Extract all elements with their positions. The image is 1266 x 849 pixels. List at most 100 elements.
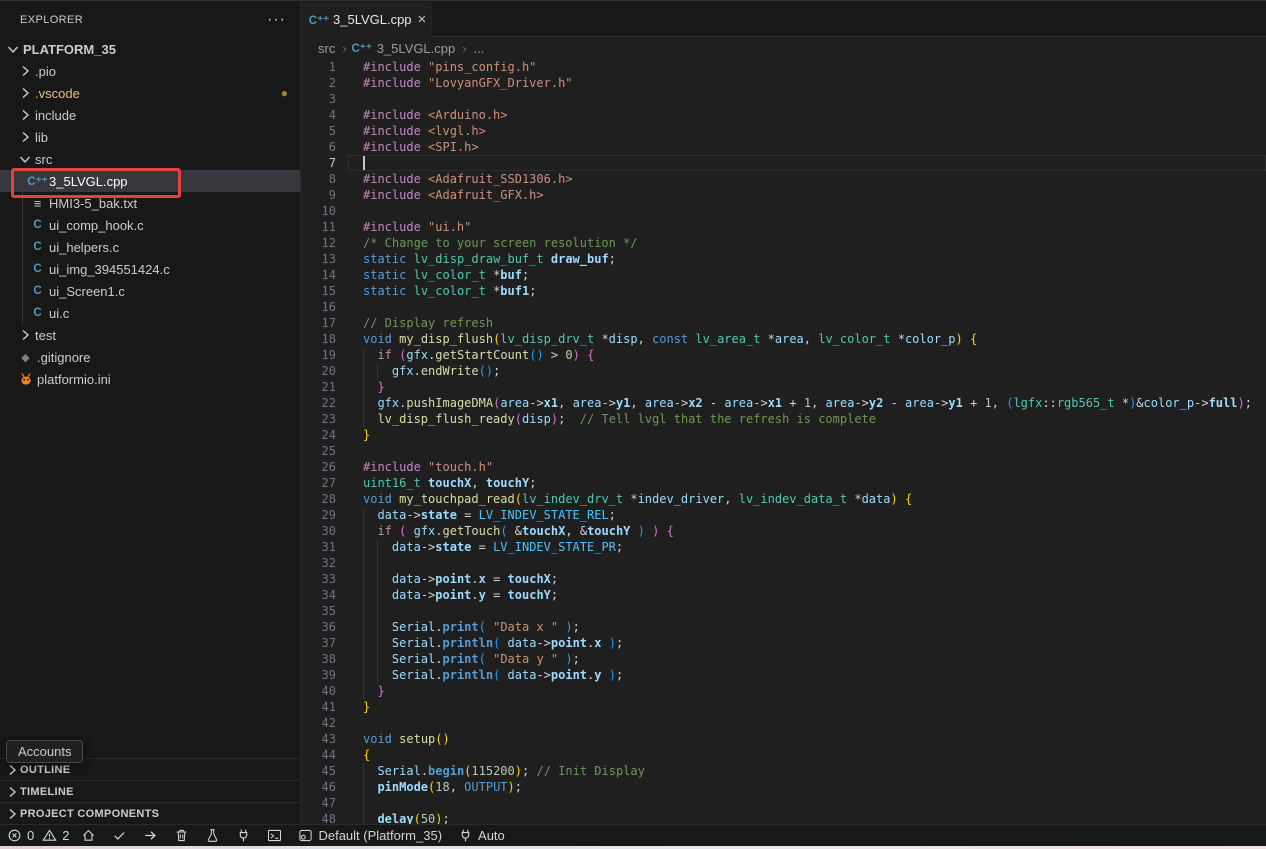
code-token: lv_indev_drv_t (522, 491, 623, 507)
code-line-1: 1#include "pins_config.h" (301, 59, 1266, 75)
code-token: gfx (414, 523, 436, 539)
tree-item-.vscode[interactable]: .vscode● (0, 82, 300, 104)
code-token: * (623, 491, 637, 507)
code-token: delay (377, 811, 413, 824)
indent-guide (377, 587, 378, 603)
code-token: , & (565, 523, 587, 539)
line-number: 32 (301, 555, 336, 571)
statusbar-pio-clean[interactable] (166, 825, 197, 846)
code-token (544, 251, 551, 267)
code-line-7: 7 (301, 155, 1266, 171)
statusbar-monitor-port[interactable]: Auto (450, 825, 513, 846)
code-token (602, 635, 609, 651)
tree-item-label: test (35, 328, 56, 343)
code-token: ( (493, 635, 500, 651)
line-number: 24 (301, 427, 336, 443)
indent-guide (363, 587, 364, 603)
code-token: x2 (688, 395, 702, 411)
tree-item-test[interactable]: test (0, 324, 300, 346)
code-token: #include (363, 219, 421, 235)
code-token: ) (652, 523, 659, 539)
code-line-48: 48 delay(50); (301, 811, 1266, 824)
code-token: -> (536, 667, 550, 683)
code-token (421, 107, 428, 123)
indent-guide (22, 170, 23, 192)
code-token: ( (399, 523, 406, 539)
code-token: 115200 (471, 763, 514, 779)
tree-item-.pio[interactable]: .pio (0, 60, 300, 82)
code-token: y1 (616, 395, 630, 411)
tree-item-ui_Screen1.c[interactable]: Cui_Screen1.c (0, 280, 300, 302)
tree-item-ui_img_394551424.c[interactable]: Cui_img_394551424.c (0, 258, 300, 280)
statusbar-pio-test[interactable] (197, 825, 228, 846)
code-token: data (862, 491, 891, 507)
code-token: ; (529, 283, 536, 299)
statusbar-pio-build[interactable] (104, 825, 135, 846)
code-token: lv_color_t (818, 331, 890, 347)
code-token: ) (890, 491, 897, 507)
code-token: area (500, 395, 529, 411)
code-token: ; (1245, 395, 1252, 411)
breadcrumb-item[interactable]: ... (474, 41, 485, 56)
code-token: lv_color_t (414, 267, 486, 283)
code-token: "LovyanGFX_Driver.h" (428, 75, 573, 91)
tree-item-include[interactable]: include (0, 104, 300, 126)
code-token: ; (529, 475, 536, 491)
panel-project-components[interactable]: PROJECT COMPONENTS (0, 802, 300, 824)
panel-timeline[interactable]: TIMELINE (0, 780, 300, 802)
tree-item-PLATFORM_35[interactable]: PLATFORM_35 (0, 38, 300, 60)
line-number: 33 (301, 571, 336, 587)
c-file-icon: C (28, 283, 47, 299)
indent-guide (377, 539, 378, 555)
tree-item-label: src (35, 152, 52, 167)
tree-item-label: HMI3-5_bak.txt (49, 196, 137, 211)
code-token: Serial (392, 635, 435, 651)
code-line-41: 41} (301, 699, 1266, 715)
line-number: 34 (301, 587, 336, 603)
tree-item-ui_helpers.c[interactable]: Cui_helpers.c (0, 236, 300, 258)
code-token (392, 331, 399, 347)
code-line-6: 6#include <SPI.h> (301, 139, 1266, 155)
explorer-title: EXPLORER (20, 14, 83, 26)
close-icon[interactable]: × (418, 12, 427, 27)
line-number: 23 (301, 411, 336, 427)
tree-item-src[interactable]: src (0, 148, 300, 170)
breadcrumb-item[interactable]: src (318, 41, 335, 56)
tree-item-platformio.ini[interactable]: platformio.ini (0, 368, 300, 390)
code-token: color_p (905, 331, 956, 347)
line-number: 27 (301, 475, 336, 491)
breadcrumb-item[interactable]: 3_5LVGL.cpp (377, 41, 456, 56)
tree-item-3_5LVGL.cpp[interactable]: C⁺⁺3_5LVGL.cpp (0, 170, 300, 192)
code-token: { (667, 523, 674, 539)
statusbar-pio-terminal[interactable] (259, 825, 290, 846)
tree-item-label: lib (35, 130, 48, 145)
code-token (421, 59, 428, 75)
statusbar-pio-home[interactable] (73, 825, 104, 846)
tree-item-.gitignore[interactable]: ◆.gitignore (0, 346, 300, 368)
code-area[interactable]: 1#include "pins_config.h"2#include "Lovy… (301, 59, 1266, 824)
tree-item-lib[interactable]: lib (0, 126, 300, 148)
tree-item-HMI3-5_bak.txt[interactable]: ≡HMI3-5_bak.txt (0, 192, 300, 214)
code-line-37: 37 Serial.println( data->point.x ); (301, 635, 1266, 651)
chevron-right-icon (16, 327, 33, 343)
code-token (898, 491, 905, 507)
statusbar-pio-upload[interactable] (135, 825, 166, 846)
code-token (659, 523, 666, 539)
tree-item-ui.c[interactable]: Cui.c (0, 302, 300, 324)
line-number: 15 (301, 283, 336, 299)
code-token: touchX (428, 475, 471, 491)
code-token: area (905, 395, 934, 411)
tree-item-ui_comp_hook.c[interactable]: Cui_comp_hook.c (0, 214, 300, 236)
file-tree: PLATFORM_35.pio.vscode●include lib src C⁺⁺3… (0, 38, 300, 390)
statusbar-pio-env[interactable]: Default (Platform_35) (290, 825, 450, 846)
txt-file-icon: ≡ (28, 195, 47, 211)
statusbar-warnings[interactable]: 2 (38, 825, 73, 846)
code-token: ) (508, 779, 515, 795)
statusbar-pio-serial-monitor[interactable] (228, 825, 259, 846)
tab-3_5LVGL.cpp[interactable]: C⁺⁺ 3_5LVGL.cpp × (301, 2, 432, 37)
more-actions-icon[interactable]: ··· (267, 11, 286, 29)
code-token: ) (1237, 395, 1244, 411)
statusbar-errors[interactable]: 0 (3, 825, 38, 846)
code-token: = (486, 587, 508, 603)
indent-guide (363, 779, 364, 795)
